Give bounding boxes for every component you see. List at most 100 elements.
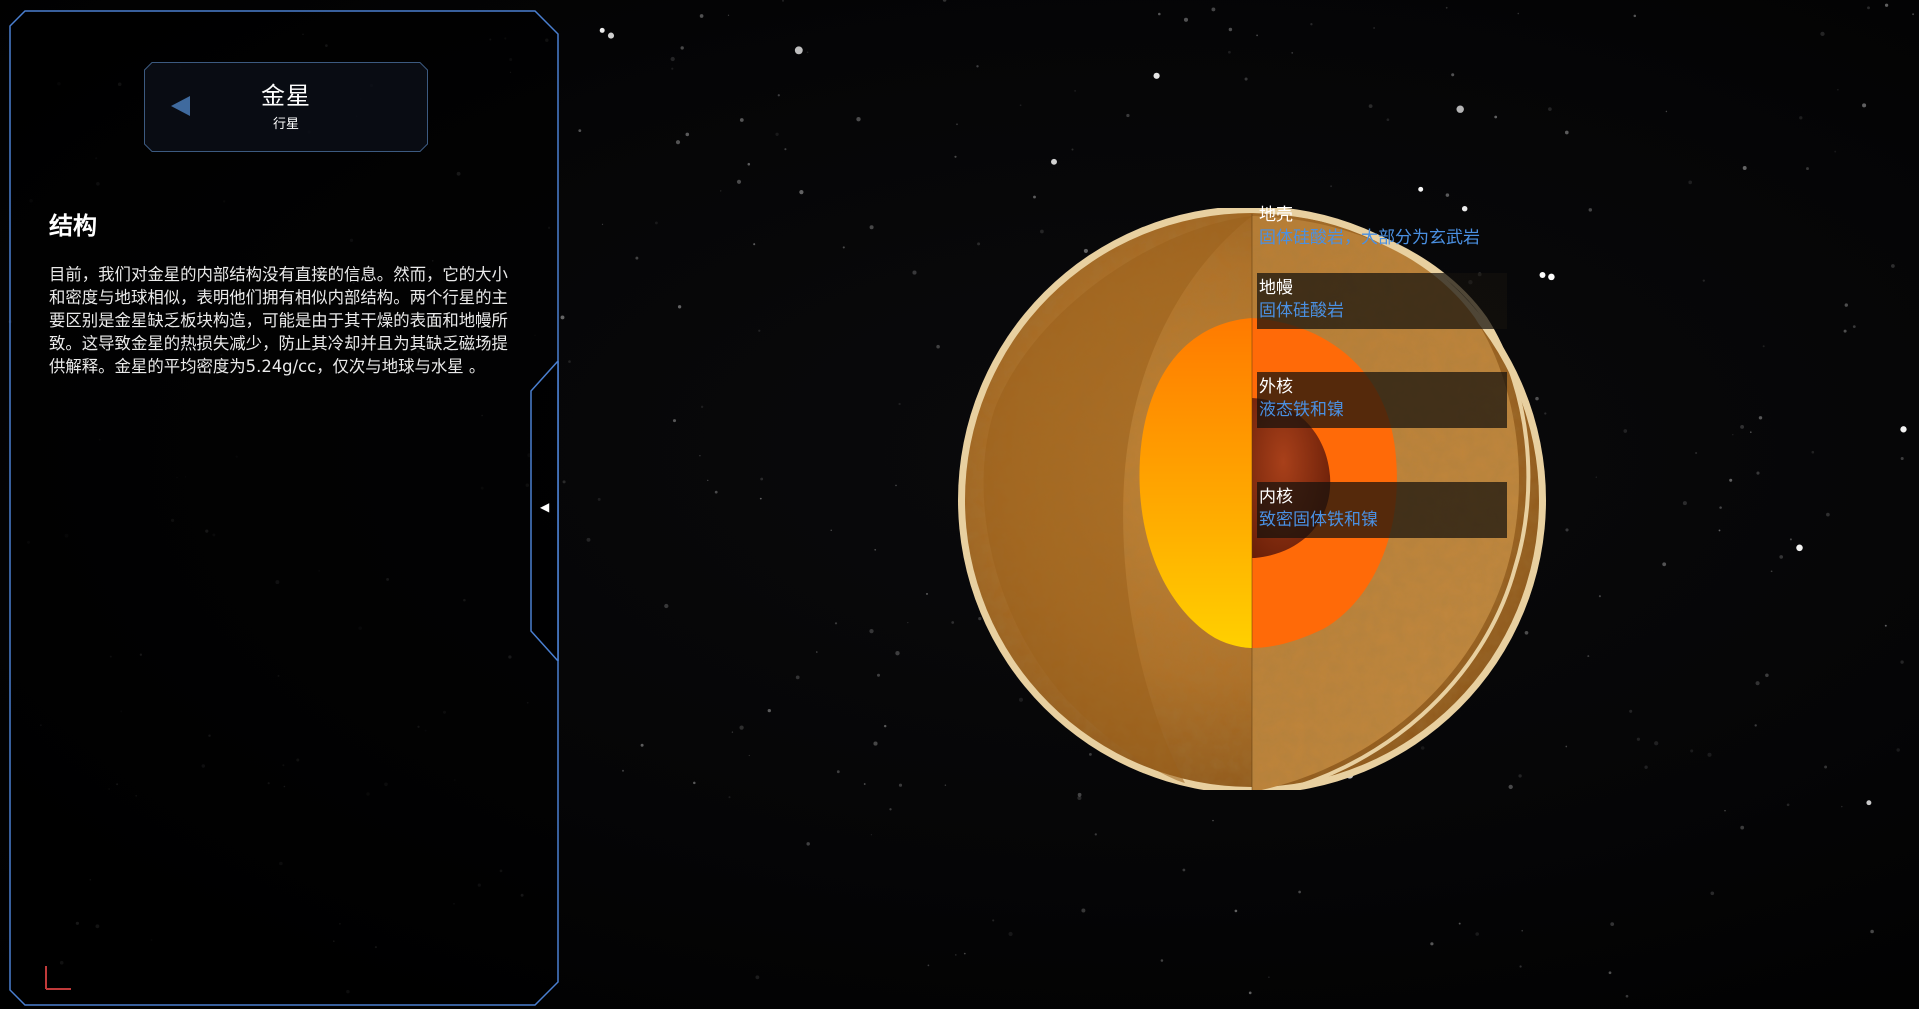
star bbox=[699, 454, 701, 457]
star bbox=[1519, 965, 1522, 968]
star bbox=[1033, 195, 1036, 199]
star bbox=[699, 14, 704, 18]
star bbox=[1718, 529, 1721, 532]
star bbox=[1702, 279, 1705, 282]
star bbox=[992, 919, 995, 922]
star bbox=[1565, 745, 1568, 748]
star bbox=[1587, 655, 1590, 658]
star bbox=[794, 46, 803, 55]
star bbox=[1126, 113, 1130, 118]
star bbox=[680, 46, 684, 50]
star bbox=[767, 708, 771, 713]
layer-label-inner-core: 内核 致密固体铁和镍 bbox=[1257, 482, 1507, 538]
star bbox=[873, 741, 878, 746]
star bbox=[1418, 186, 1424, 192]
star bbox=[1633, 14, 1637, 18]
star bbox=[870, 834, 873, 836]
star bbox=[795, 675, 800, 680]
star bbox=[562, 480, 566, 484]
star bbox=[671, 67, 674, 70]
star bbox=[1228, 50, 1231, 54]
star bbox=[1826, 512, 1830, 517]
star bbox=[1160, 959, 1164, 962]
star bbox=[1451, 73, 1455, 77]
star bbox=[597, 497, 601, 501]
space-background: 金星 行星 结构 目前，我们对金星的内部结构没有直接的信息。然而，它的大小和密度… bbox=[0, 0, 1919, 1009]
star bbox=[675, 140, 681, 145]
star bbox=[728, 796, 731, 799]
star bbox=[700, 405, 704, 409]
panel-frame bbox=[9, 10, 559, 1006]
star bbox=[927, 964, 930, 967]
star bbox=[753, 243, 756, 246]
star bbox=[1248, 991, 1252, 995]
planet-type: 行星 bbox=[272, 117, 299, 132]
star bbox=[586, 537, 591, 542]
star bbox=[1884, 3, 1889, 7]
star bbox=[869, 628, 874, 634]
star bbox=[784, 148, 787, 151]
star bbox=[1729, 478, 1733, 482]
star bbox=[1517, 12, 1520, 15]
star bbox=[1475, 932, 1480, 936]
section-title: 结构 bbox=[49, 212, 97, 240]
star bbox=[1884, 624, 1887, 627]
star bbox=[863, 783, 866, 785]
star bbox=[739, 725, 744, 730]
star bbox=[834, 622, 838, 625]
star bbox=[782, 0, 784, 2]
star bbox=[1211, 7, 1216, 12]
star bbox=[1212, 819, 1214, 822]
star bbox=[889, 808, 892, 811]
layer-label-crust: 地壳 固体硅酸岩，大部分为玄武岩 bbox=[1257, 200, 1507, 256]
star bbox=[758, 329, 761, 332]
star bbox=[898, 402, 901, 406]
star bbox=[599, 27, 605, 33]
layer-name: 外核 bbox=[1259, 377, 1293, 397]
star bbox=[1740, 424, 1745, 429]
star bbox=[1234, 909, 1238, 913]
star bbox=[640, 743, 644, 747]
star bbox=[869, 225, 874, 230]
star bbox=[1811, 450, 1815, 454]
star bbox=[1891, 264, 1895, 268]
star bbox=[1494, 115, 1498, 119]
star bbox=[1820, 31, 1825, 37]
star bbox=[1770, 570, 1773, 573]
star bbox=[747, 162, 751, 166]
star bbox=[912, 270, 917, 275]
star bbox=[693, 781, 696, 785]
star bbox=[1521, 929, 1523, 932]
star bbox=[707, 479, 709, 482]
star bbox=[874, 548, 877, 551]
star bbox=[1806, 167, 1809, 171]
star bbox=[1762, 345, 1765, 348]
star bbox=[1742, 166, 1747, 170]
star bbox=[1756, 471, 1760, 475]
star bbox=[1900, 426, 1907, 433]
star bbox=[748, 754, 750, 757]
axes-icon bbox=[43, 962, 73, 996]
star bbox=[1625, 994, 1629, 998]
star bbox=[1665, 110, 1668, 113]
star bbox=[775, 132, 779, 136]
star bbox=[1688, 180, 1693, 185]
star bbox=[1445, 193, 1450, 197]
star bbox=[654, 221, 658, 225]
star bbox=[942, 0, 947, 2]
layer-name: 地壳 bbox=[1259, 205, 1293, 225]
star bbox=[1077, 795, 1082, 801]
panel-collapse-handle[interactable]: ◀ bbox=[529, 361, 559, 661]
star bbox=[560, 315, 565, 320]
star bbox=[955, 954, 957, 956]
star bbox=[1750, 431, 1752, 433]
star bbox=[1094, 833, 1097, 836]
star bbox=[1623, 429, 1628, 433]
star bbox=[1588, 208, 1593, 212]
layer-name: 内核 bbox=[1259, 487, 1293, 507]
star bbox=[951, 621, 955, 624]
star bbox=[578, 129, 582, 133]
star bbox=[1565, 528, 1569, 532]
star bbox=[1644, 765, 1648, 769]
star bbox=[1373, 27, 1375, 29]
